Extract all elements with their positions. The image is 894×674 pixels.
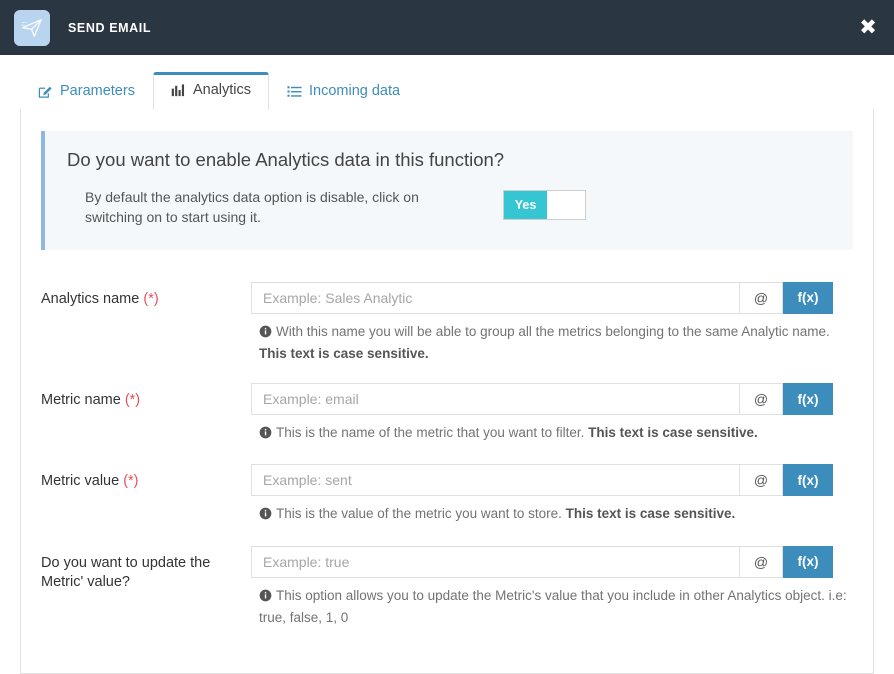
info-icon <box>259 425 272 445</box>
enable-analytics-toggle[interactable]: Yes <box>503 190 586 220</box>
fx-function-button[interactable]: f(x) <box>783 383 833 416</box>
label-update-metric-value: Do you want to update the Metric' value? <box>41 554 211 591</box>
label-metric-name-text: Metric name <box>41 392 121 409</box>
page-title: SEND EMAIL <box>68 20 152 35</box>
tab-analytics[interactable]: Analytics <box>152 71 269 110</box>
metric-value-input[interactable] <box>251 464 739 497</box>
toggle-state-label: Yes <box>504 191 547 219</box>
control-update-metric-value: @ f(x) This option allows you to update … <box>251 545 853 643</box>
edit-square-icon <box>38 84 53 99</box>
fx-function-button[interactable]: f(x) <box>783 464 833 497</box>
at-variable-button[interactable]: @ <box>739 464 783 497</box>
input-group-metric-value: @ f(x) <box>251 464 833 497</box>
field-row-update-metric-value: Do you want to update the Metric' value?… <box>41 545 853 643</box>
info-icon <box>259 324 272 344</box>
field-row-analytics-name: Analytics name (*) @ f(x) With this name… <box>41 281 853 379</box>
help-text-update-metric-value-plain: This option allows you to update the Met… <box>259 587 847 625</box>
modal-header: SEND EMAIL ✖ <box>0 0 894 55</box>
label-metric-value-text: Metric value <box>41 473 120 490</box>
at-variable-button[interactable]: @ <box>739 383 783 416</box>
required-marker: (*) <box>124 392 141 409</box>
label-metric-value: Metric value (*) <box>41 464 251 492</box>
help-text-analytics-name: With this name you will be able to group… <box>259 322 849 365</box>
tab-analytics-label: Analytics <box>192 81 251 98</box>
label-metric-name: Metric name (*) <box>41 383 251 411</box>
required-marker: (*) <box>123 473 139 490</box>
at-variable-button[interactable]: @ <box>739 281 783 314</box>
help-text-metric-value: This is the value of the metric you want… <box>259 504 849 526</box>
input-group-metric-name: @ f(x) <box>251 383 833 416</box>
analytics-tab-panel: Do you want to enable Analytics data in … <box>20 108 874 674</box>
tab-incoming-data-label: Incoming data <box>308 82 401 99</box>
toggle-knob <box>547 191 585 219</box>
tab-incoming-data[interactable]: Incoming data <box>269 73 418 110</box>
fx-function-button[interactable]: f(x) <box>783 281 833 314</box>
tab-parameters-label: Parameters <box>60 82 135 99</box>
list-icon <box>287 84 302 99</box>
metric-name-input[interactable] <box>251 383 739 416</box>
input-group-analytics-name: @ f(x) <box>251 281 833 314</box>
at-variable-button[interactable]: @ <box>739 545 783 578</box>
required-marker: (*) <box>143 290 159 307</box>
info-icon <box>259 506 272 526</box>
callout-row: By default the analytics data option is … <box>67 187 831 228</box>
tab-strip: Parameters Analytics Incoming data <box>0 55 894 110</box>
help-text-metric-value-bold: This text is case sensitive. <box>565 506 736 522</box>
send-email-icon <box>14 9 50 46</box>
help-text-metric-name-bold: This text is case sensitive. <box>588 425 758 441</box>
help-text-update-metric-value: This option allows you to update the Met… <box>259 586 849 629</box>
label-analytics-name-text: Analytics name <box>41 290 140 307</box>
input-group-update-metric-value: @ f(x) <box>251 545 833 578</box>
control-analytics-name: @ f(x) With this name you will be able t… <box>251 281 853 379</box>
fx-function-button[interactable]: f(x) <box>783 545 833 578</box>
bar-chart-icon <box>171 83 186 98</box>
analytics-name-input[interactable] <box>251 281 739 314</box>
callout-title: Do you want to enable Analytics data in … <box>67 149 505 170</box>
help-text-analytics-name-bold: This text is case sensitive. <box>259 345 429 361</box>
control-metric-name: @ f(x) This is the name of the metric th… <box>251 383 853 459</box>
control-metric-value: @ f(x) This is the value of the metric y… <box>251 464 853 540</box>
close-icon[interactable]: ✖ <box>856 16 880 40</box>
help-text-analytics-name-plain: With this name you will be able to group… <box>276 323 830 339</box>
enable-analytics-callout: Do you want to enable Analytics data in … <box>41 131 853 250</box>
update-metric-value-input[interactable] <box>251 545 739 578</box>
info-icon <box>259 588 272 608</box>
callout-description: By default the analytics data option is … <box>85 189 419 226</box>
help-text-metric-name: This is the name of the metric that you … <box>259 423 849 445</box>
field-row-metric-name: Metric name (*) @ f(x) This is the name … <box>41 383 853 459</box>
label-analytics-name: Analytics name (*) <box>41 282 251 310</box>
field-row-metric-value: Metric value (*) @ f(x) This is the valu… <box>41 464 853 540</box>
help-text-metric-name-plain: This is the name of the metric that you … <box>276 425 589 441</box>
tab-parameters[interactable]: Parameters <box>20 73 153 110</box>
help-text-metric-value-plain: This is the value of the metric you want… <box>276 506 566 522</box>
